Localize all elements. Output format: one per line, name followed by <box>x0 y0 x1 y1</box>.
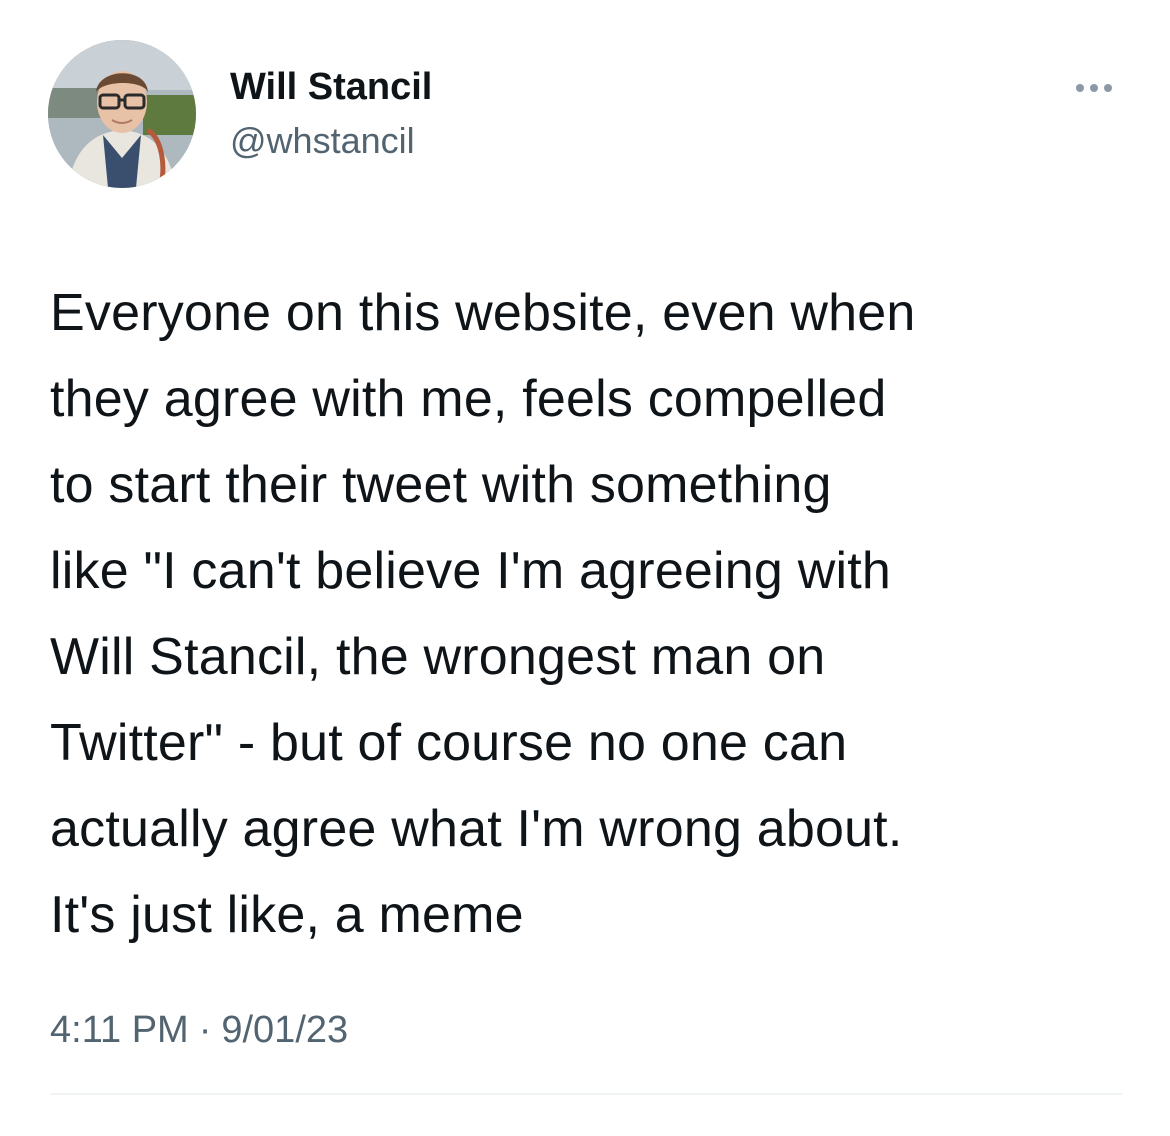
divider <box>50 1093 1122 1095</box>
tweet-card: Will Stancil @whstancil Everyone on this… <box>0 0 1170 1136</box>
meta-separator: · <box>198 1009 212 1051</box>
tweet-text: Everyone on this website, even when they… <box>50 284 916 944</box>
tweet-timestamp: 4:11 PM · 9/01/23 <box>50 1005 348 1055</box>
avatar-photo <box>48 40 196 188</box>
more-options-button[interactable] <box>1064 66 1124 110</box>
author-handle[interactable]: @whstancil <box>230 118 432 164</box>
tweet-time[interactable]: 4:11 PM <box>50 1009 189 1051</box>
avatar[interactable] <box>48 40 196 188</box>
tweet-date[interactable]: 9/01/23 <box>221 1009 348 1051</box>
author-info: Will Stancil @whstancil <box>230 64 432 164</box>
author-display-name[interactable]: Will Stancil <box>230 64 432 110</box>
more-icon <box>1076 84 1112 92</box>
